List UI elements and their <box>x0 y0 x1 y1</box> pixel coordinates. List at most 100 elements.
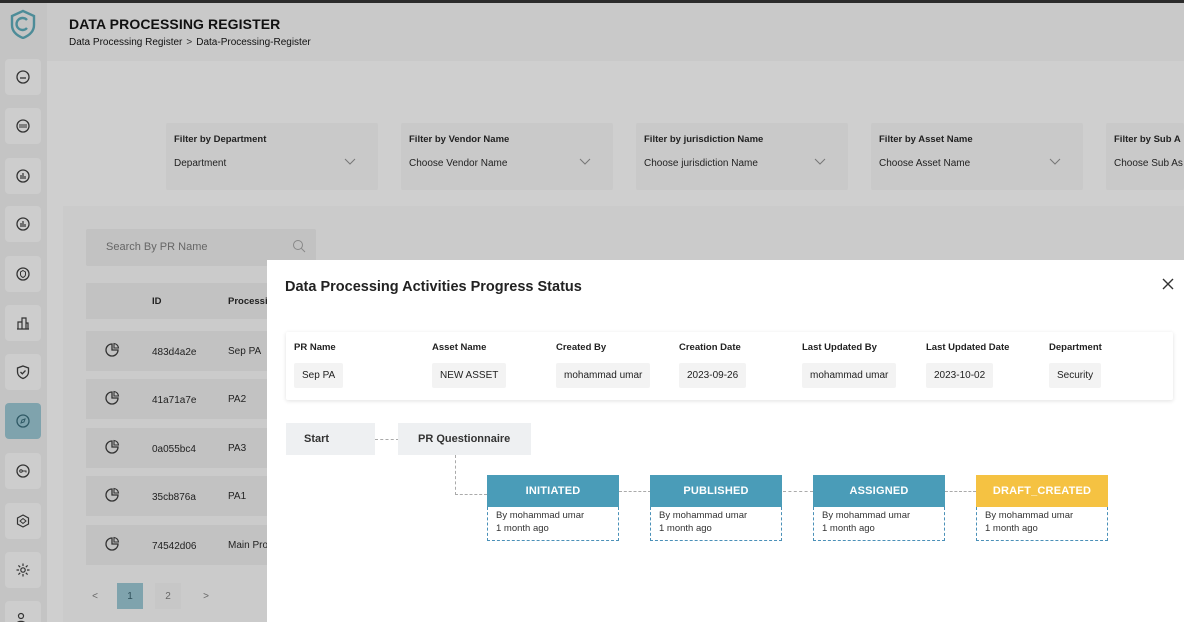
stage-time: 1 month ago <box>822 523 875 534</box>
chevron-down-icon <box>814 158 826 165</box>
filter-label: Filter by Department <box>174 134 267 145</box>
compass-icon <box>16 414 30 428</box>
table-row[interactable]: 74542d06 Main Pro <box>86 525 286 565</box>
stage-time: 1 month ago <box>985 523 1038 534</box>
info-created-by: Created By mohammad umar <box>556 342 651 388</box>
filter-asset[interactable]: Filter by Asset Name Choose Asset Name <box>871 123 1083 190</box>
info-last-updated-date: Last Updated Date 2023-10-02 <box>926 342 1009 388</box>
sidebar-item-privacy[interactable] <box>5 256 41 292</box>
sidebar-item-home[interactable] <box>5 59 41 95</box>
search-placeholder: Search By PR Name <box>106 241 208 253</box>
info-creation-date: Creation Date 2023-09-26 <box>679 342 747 388</box>
chart-icon <box>16 217 30 231</box>
sidebar-item-analytics[interactable] <box>5 206 41 242</box>
filter-sub-asset[interactable]: Filter by Sub A Choose Sub As <box>1106 123 1184 190</box>
stage-details: By mohammad umar 1 month ago <box>487 507 619 541</box>
key-icon <box>16 464 30 478</box>
progress-icon[interactable] <box>104 439 120 455</box>
pagination-page-1[interactable]: 1 <box>117 583 143 609</box>
info-asset-name: Asset Name NEW ASSET <box>432 342 507 388</box>
flow-start: Start <box>286 423 375 455</box>
progress-icon[interactable] <box>104 487 120 503</box>
info-pr-name: PR Name Sep PA <box>294 342 344 388</box>
info-value: 2023-09-26 <box>679 363 747 388</box>
info-department: Department Security <box>1049 342 1102 388</box>
stage-status: INITIATED <box>487 475 619 507</box>
sidebar-item-organization[interactable] <box>5 305 41 341</box>
table-row[interactable]: 41a71a7e PA2 <box>86 379 286 419</box>
filter-label: Filter by jurisdiction Name <box>644 134 764 145</box>
stage-initiated: INITIATED By mohammad umar 1 month ago <box>487 475 619 541</box>
modal-title: Data Processing Activities Progress Stat… <box>285 279 582 295</box>
flow-pr-questionnaire: PR Questionnaire <box>398 423 531 455</box>
info-label: Last Updated By <box>802 342 877 353</box>
info-last-updated-by: Last Updated By mohammad umar <box>802 342 897 388</box>
shield-icon <box>16 267 30 281</box>
stage-draft-created: DRAFT_CREATED By mohammad umar 1 month a… <box>976 475 1108 541</box>
pagination-page-2[interactable]: 2 <box>155 583 181 609</box>
progress-icon[interactable] <box>104 390 120 406</box>
sidebar-item-calendar[interactable] <box>5 108 41 144</box>
flow-connector <box>455 455 456 495</box>
sidebar-item-access[interactable] <box>5 453 41 489</box>
filter-value: Choose Vendor Name <box>409 158 508 169</box>
chevron-down-icon <box>1049 158 1061 165</box>
pagination-prev-button[interactable]: < <box>82 583 108 609</box>
chevron-down-icon <box>344 158 356 165</box>
breadcrumb-link-register[interactable]: Data Processing Register <box>69 37 182 48</box>
sidebar-item-network[interactable] <box>5 503 41 539</box>
filter-department[interactable]: Filter by Department Department <box>166 123 378 190</box>
pagination-next-button[interactable]: > <box>193 583 219 609</box>
sidebar-item-users[interactable] <box>5 601 41 622</box>
stage-status: ASSIGNED <box>813 475 945 507</box>
progress-icon[interactable] <box>104 536 120 552</box>
table-row[interactable]: 0a055bc4 PA3 <box>86 428 286 468</box>
breadcrumb-separator: > <box>186 37 193 48</box>
column-header-id[interactable]: ID <box>152 296 162 307</box>
row-id: 483d4a2e <box>152 347 197 358</box>
info-value: Security <box>1049 363 1102 388</box>
sidebar-item-reports[interactable] <box>5 158 41 194</box>
flow-connector <box>375 439 399 440</box>
globe-icon <box>16 514 30 528</box>
flow-connector <box>945 491 976 492</box>
sidebar-item-settings[interactable] <box>5 552 41 588</box>
info-label: Department <box>1049 342 1102 353</box>
stage-author: By mohammad umar <box>496 510 585 521</box>
page-title: DATA PROCESSING REGISTER <box>69 16 281 32</box>
info-label: PR Name <box>294 342 336 353</box>
row-name: PA1 <box>228 491 247 502</box>
column-header-processing[interactable]: Processi <box>228 296 268 307</box>
close-icon[interactable] <box>1161 277 1175 291</box>
stage-details: By mohammad umar 1 month ago <box>813 507 945 541</box>
row-name: PA3 <box>228 443 247 454</box>
filter-label: Filter by Vendor Name <box>409 134 510 145</box>
flow-connector <box>619 491 651 492</box>
row-name: Sep PA <box>228 346 262 357</box>
progress-status-modal: Data Processing Activities Progress Stat… <box>267 260 1184 622</box>
app-window: DATA PROCESSING REGISTER Data Processing… <box>0 0 1184 622</box>
filter-vendor[interactable]: Filter by Vendor Name Choose Vendor Name <box>401 123 613 190</box>
filter-value: Choose Sub As <box>1114 158 1183 169</box>
filter-jurisdiction[interactable]: Filter by jurisdiction Name Choose juris… <box>636 123 848 190</box>
calendar-icon <box>16 119 30 133</box>
table-row[interactable]: 483d4a2e Sep PA <box>86 331 286 371</box>
info-value: mohammad umar <box>802 363 897 388</box>
info-value: Sep PA <box>294 363 344 388</box>
info-label: Creation Date <box>679 342 741 353</box>
info-label: Asset Name <box>432 342 487 353</box>
sidebar-item-data-processing[interactable] <box>5 403 41 439</box>
row-id: 35cb876a <box>152 492 196 503</box>
sidebar-item-compliance[interactable] <box>5 354 41 390</box>
flow-connector <box>783 491 813 492</box>
flow-connector <box>455 494 487 495</box>
stage-details: By mohammad umar 1 month ago <box>976 507 1108 541</box>
table-row[interactable]: 35cb876a PA1 <box>86 476 286 516</box>
stage-time: 1 month ago <box>659 523 712 534</box>
stage-author: By mohammad umar <box>822 510 911 521</box>
info-value: NEW ASSET <box>432 363 507 388</box>
table-header: ID Processi <box>86 283 286 319</box>
home-icon <box>16 70 30 84</box>
info-label: Created By <box>556 342 607 353</box>
progress-icon[interactable] <box>104 342 120 358</box>
